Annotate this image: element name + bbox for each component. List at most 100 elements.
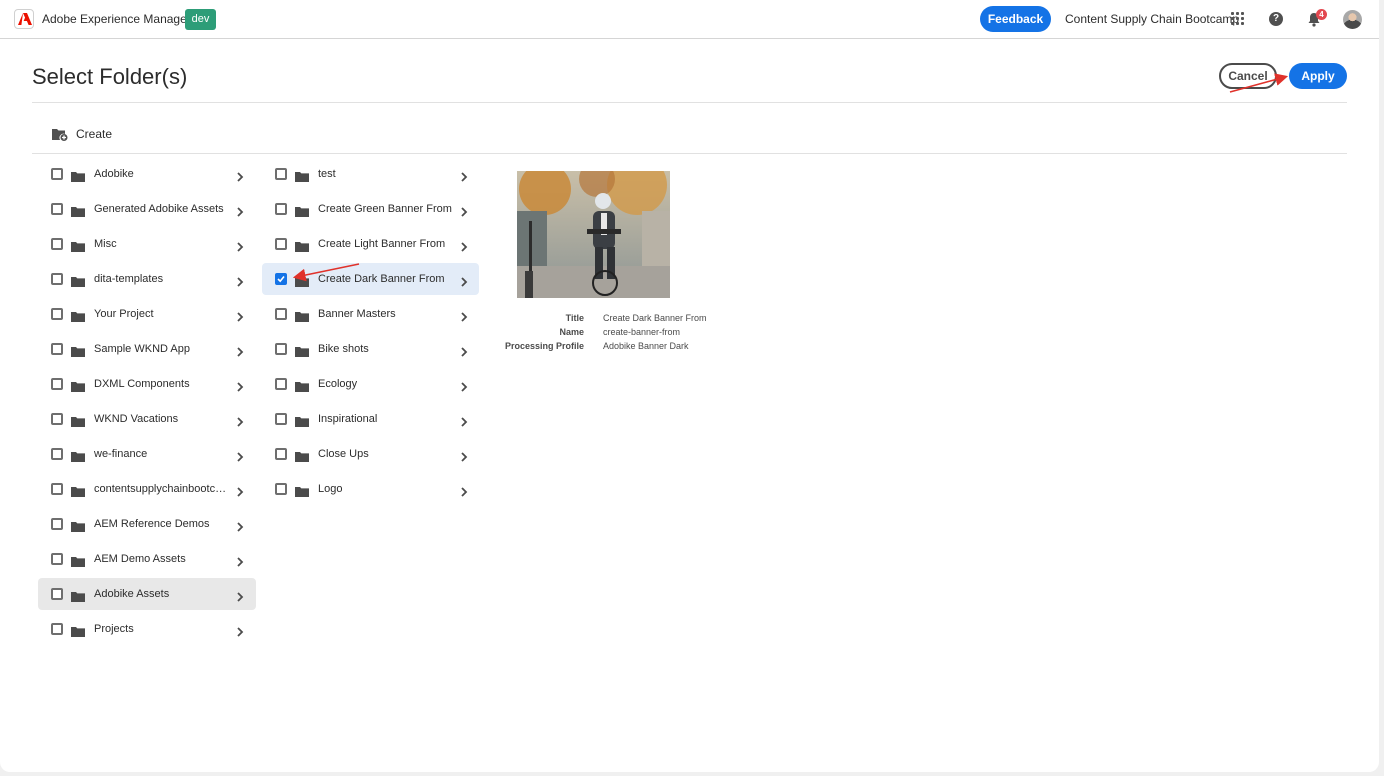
app-window: Adobe Experience Manager dev Feedback Co… (0, 0, 1379, 772)
folder-row[interactable]: dita-templates (38, 263, 256, 295)
header-divider (32, 102, 1347, 103)
folder-icon (71, 414, 85, 427)
folder-checkbox[interactable] (51, 623, 63, 635)
chevron-right-icon[interactable] (235, 554, 245, 567)
folder-label: Generated Adobike Assets (94, 203, 224, 215)
app-name[interactable]: Adobe Experience Manager (42, 12, 191, 26)
chevron-right-icon[interactable] (459, 484, 469, 497)
folder-checkbox[interactable] (275, 168, 287, 180)
chevron-right-icon[interactable] (235, 169, 245, 182)
folder-row[interactable]: Close Ups (262, 438, 479, 470)
folder-row[interactable]: Your Project (38, 298, 256, 330)
organization-switcher[interactable]: Content Supply Chain Bootcamp (1065, 12, 1239, 26)
help-icon[interactable]: ? (1269, 12, 1283, 26)
chevron-right-icon[interactable] (235, 624, 245, 637)
folder-label: Create Green Banner From (318, 203, 452, 215)
folder-checkbox[interactable] (51, 238, 63, 250)
folder-checkbox[interactable] (51, 588, 63, 600)
chevron-right-icon[interactable] (459, 449, 469, 462)
folder-label: Adobike Assets (94, 588, 170, 600)
chevron-right-icon[interactable] (235, 204, 245, 217)
folder-icon (295, 309, 309, 322)
chevron-right-icon[interactable] (235, 449, 245, 462)
folder-checkbox[interactable] (275, 273, 287, 285)
chevron-right-icon[interactable] (459, 414, 469, 427)
chevron-right-icon[interactable] (235, 589, 245, 602)
chevron-right-icon[interactable] (235, 274, 245, 287)
folder-row[interactable]: Inspirational (262, 403, 479, 435)
folder-checkbox[interactable] (51, 308, 63, 320)
folder-checkbox[interactable] (275, 448, 287, 460)
folder-row[interactable]: WKND Vacations (38, 403, 256, 435)
folder-label: Close Ups (318, 448, 369, 460)
chevron-right-icon[interactable] (459, 204, 469, 217)
folder-row[interactable]: we-finance (38, 438, 256, 470)
folder-checkbox[interactable] (51, 273, 63, 285)
folder-icon (295, 274, 309, 287)
folder-row[interactable]: AEM Reference Demos (38, 508, 256, 540)
folder-checkbox[interactable] (275, 308, 287, 320)
folder-row[interactable]: Adobike Assets (38, 578, 256, 610)
preview-meta-key: Title (565, 313, 584, 323)
folder-row[interactable]: Sample WKND App (38, 333, 256, 365)
folder-row[interactable]: Banner Masters (262, 298, 479, 330)
chevron-right-icon[interactable] (459, 239, 469, 252)
folder-checkbox[interactable] (51, 378, 63, 390)
folder-row[interactable]: Logo (262, 473, 479, 505)
folder-checkbox[interactable] (51, 448, 63, 460)
environment-badge: dev (185, 9, 216, 30)
folder-checkbox[interactable] (275, 343, 287, 355)
folder-row[interactable]: Adobike (38, 158, 256, 190)
folder-checkbox[interactable] (51, 343, 63, 355)
chevron-right-icon[interactable] (459, 379, 469, 392)
folder-row[interactable]: Projects (38, 613, 256, 645)
folder-row[interactable]: AEM Demo Assets (38, 543, 256, 575)
create-folder-button[interactable]: Create (52, 124, 112, 144)
apps-grid-icon[interactable] (1231, 12, 1245, 26)
folder-row[interactable]: Ecology (262, 368, 479, 400)
chevron-right-icon[interactable] (235, 414, 245, 427)
folder-icon (71, 344, 85, 357)
chevron-right-icon[interactable] (235, 484, 245, 497)
folder-checkbox[interactable] (275, 378, 287, 390)
folder-checkbox[interactable] (275, 413, 287, 425)
preview-meta-key: Name (559, 327, 584, 337)
folder-row[interactable]: Misc (38, 228, 256, 260)
folder-label: Bike shots (318, 343, 369, 355)
folder-row[interactable]: contentsupplychainbootcam... (38, 473, 256, 505)
folder-checkbox[interactable] (275, 238, 287, 250)
apply-button[interactable]: Apply (1289, 63, 1347, 89)
folder-checkbox[interactable] (275, 203, 287, 215)
folder-checkbox[interactable] (51, 553, 63, 565)
chevron-right-icon[interactable] (235, 519, 245, 532)
avatar[interactable] (1343, 10, 1362, 29)
feedback-button[interactable]: Feedback (980, 6, 1051, 32)
folder-row[interactable]: Generated Adobike Assets (38, 193, 256, 225)
notification-count-badge: 4 (1316, 9, 1327, 20)
folder-checkbox[interactable] (51, 483, 63, 495)
folder-row[interactable]: Create Dark Banner From (262, 263, 479, 295)
chevron-right-icon[interactable] (459, 169, 469, 182)
cancel-button[interactable]: Cancel (1219, 63, 1277, 89)
chevron-right-icon[interactable] (235, 239, 245, 252)
adobe-logo-icon[interactable] (14, 9, 34, 29)
folder-checkbox[interactable] (51, 518, 63, 530)
folder-icon (71, 274, 85, 287)
folder-checkbox[interactable] (51, 413, 63, 425)
chevron-right-icon[interactable] (459, 344, 469, 357)
folder-label: Misc (94, 238, 117, 250)
chevron-right-icon[interactable] (235, 344, 245, 357)
folder-checkbox[interactable] (51, 203, 63, 215)
folder-checkbox[interactable] (275, 483, 287, 495)
toolbar-divider (32, 153, 1347, 154)
folder-row[interactable]: Create Green Banner From (262, 193, 479, 225)
chevron-right-icon[interactable] (459, 309, 469, 322)
folder-row[interactable]: Bike shots (262, 333, 479, 365)
chevron-right-icon[interactable] (235, 379, 245, 392)
chevron-right-icon[interactable] (459, 274, 469, 287)
folder-checkbox[interactable] (51, 168, 63, 180)
folder-row[interactable]: Create Light Banner From (262, 228, 479, 260)
chevron-right-icon[interactable] (235, 309, 245, 322)
folder-row[interactable]: DXML Components (38, 368, 256, 400)
folder-row[interactable]: test (262, 158, 479, 190)
